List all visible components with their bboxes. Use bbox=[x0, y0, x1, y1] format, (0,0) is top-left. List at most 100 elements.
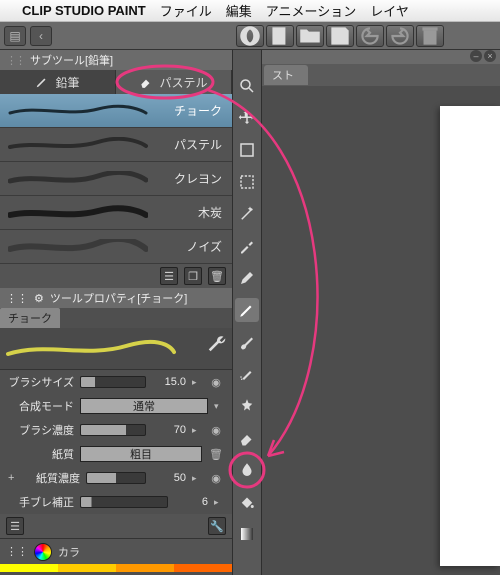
window-controls: – × bbox=[262, 50, 500, 64]
texture-select[interactable]: 粗目 bbox=[80, 446, 202, 462]
open-icon[interactable] bbox=[296, 25, 324, 47]
property-icon[interactable]: ☰ bbox=[160, 267, 178, 285]
canvas[interactable] bbox=[440, 106, 500, 566]
chevron-icon[interactable]: ▸ bbox=[192, 425, 202, 436]
panel-toggle-icon[interactable]: ▤ bbox=[4, 26, 26, 46]
prop-value[interactable]: 6 bbox=[174, 496, 208, 508]
blend-mode-select[interactable]: 通常 bbox=[80, 398, 208, 414]
grip-icon: ⋮⋮ bbox=[6, 54, 24, 67]
subtool-tabs: 鉛筆 パステル bbox=[0, 70, 232, 94]
document-area: – × イラスト スト bbox=[262, 50, 500, 575]
prop-slider[interactable] bbox=[80, 496, 168, 508]
macos-menubar: CLIP STUDIO PAINT ファイル 編集 アニメーション レイヤ bbox=[0, 0, 500, 22]
prop-value[interactable]: 15.0 bbox=[152, 376, 186, 388]
toolprop-tab[interactable]: チョーク bbox=[0, 308, 232, 328]
toolprop-tab-label: チョーク bbox=[0, 308, 60, 328]
color-swatches[interactable] bbox=[0, 564, 232, 572]
subtab-label-pencil: 鉛筆 bbox=[55, 74, 79, 91]
brush-item-chalk[interactable]: チョーク bbox=[0, 94, 232, 128]
wand-tool-icon[interactable] bbox=[235, 202, 259, 226]
grip-icon: ⋮⋮ bbox=[6, 545, 28, 558]
eraser-tip-icon bbox=[139, 75, 153, 89]
chevron-icon[interactable]: ▸ bbox=[214, 497, 224, 508]
brush-item-crayon[interactable]: クレヨン bbox=[0, 162, 232, 196]
minimize-icon[interactable]: – bbox=[470, 50, 482, 62]
airbrush-tool-icon[interactable] bbox=[235, 362, 259, 386]
decoration-tool-icon[interactable] bbox=[235, 394, 259, 418]
brush-tool-icon[interactable] bbox=[235, 330, 259, 354]
chevron-icon[interactable]: ▸ bbox=[192, 377, 202, 388]
left-panels: ⋮⋮ サブツール[鉛筆] 鉛筆 パステル チョーク パステル クレヨン 木炭 ノ… bbox=[0, 50, 232, 575]
close-icon[interactable]: × bbox=[484, 50, 496, 62]
eraser-tool-icon[interactable] bbox=[235, 426, 259, 450]
prop-label: 手ブレ補正 bbox=[8, 494, 74, 510]
brush-item-charcoal[interactable]: 木炭 bbox=[0, 196, 232, 230]
menu-icon[interactable]: ☰ bbox=[6, 517, 24, 535]
blend-tool-icon[interactable] bbox=[235, 458, 259, 482]
toolprop-titlebar[interactable]: ⋮⋮ ⚙ ツールプロパティ[チョーク] bbox=[0, 288, 232, 308]
new-doc-icon[interactable] bbox=[266, 25, 294, 47]
color-panel-header[interactable]: ⋮⋮ カラ bbox=[0, 538, 232, 564]
gear-icon: ⚙ bbox=[34, 292, 44, 305]
subtool-titlebar[interactable]: ⋮⋮ サブツール[鉛筆] bbox=[0, 50, 232, 70]
pen-tool-icon[interactable] bbox=[235, 266, 259, 290]
save-icon[interactable] bbox=[326, 25, 354, 47]
menu-layer[interactable]: レイヤ bbox=[370, 1, 409, 20]
trash-icon[interactable]: 🗑 bbox=[208, 267, 226, 285]
redo-icon[interactable] bbox=[386, 25, 414, 47]
delete-icon[interactable] bbox=[416, 25, 444, 47]
expand-icon[interactable]: + bbox=[8, 472, 16, 484]
subtab-label-pastel: パステル bbox=[159, 74, 207, 91]
menu-animation[interactable]: アニメーション bbox=[266, 1, 356, 20]
preview-stroke-icon bbox=[6, 338, 176, 360]
clip-studio-icon[interactable] bbox=[236, 25, 264, 47]
prop-label: ブラシ濃度 bbox=[8, 422, 74, 438]
move-tool-icon[interactable] bbox=[235, 106, 259, 130]
prop-brush-density: ブラシ濃度 70 ▸ ◉ bbox=[0, 418, 232, 442]
prop-slider[interactable] bbox=[80, 376, 146, 388]
prop-slider[interactable] bbox=[86, 472, 146, 484]
prop-value[interactable]: 50 bbox=[152, 472, 186, 484]
brush-name: ノイズ bbox=[186, 238, 222, 255]
prop-slider[interactable] bbox=[80, 424, 146, 436]
trash-icon[interactable]: 🗑 bbox=[208, 446, 224, 462]
pencil-tool-icon[interactable] bbox=[235, 298, 259, 322]
link-icon[interactable]: ◉ bbox=[208, 422, 224, 438]
tool-strip bbox=[232, 50, 262, 575]
prop-texture-density: + 紙質濃度 50 ▸ ◉ bbox=[0, 466, 232, 490]
subtab-pastel[interactable]: パステル bbox=[116, 70, 232, 94]
operation-tool-icon[interactable] bbox=[235, 138, 259, 162]
prop-value[interactable]: 70 bbox=[152, 424, 186, 436]
select-tool-icon[interactable] bbox=[235, 170, 259, 194]
brush-actions: ☰ ❐ 🗑 bbox=[0, 264, 232, 288]
brush-stroke-icon bbox=[8, 239, 148, 255]
chevron-icon[interactable]: ▸ bbox=[192, 473, 202, 484]
wrench-icon[interactable] bbox=[206, 332, 228, 354]
document-tab[interactable]: スト bbox=[264, 65, 308, 85]
app-title[interactable]: CLIP STUDIO PAINT bbox=[22, 3, 146, 18]
subtool-title: サブツール[鉛筆] bbox=[30, 52, 113, 68]
color-wheel-icon[interactable] bbox=[34, 543, 52, 561]
eyedropper-tool-icon[interactable] bbox=[235, 234, 259, 258]
brush-name: クレヨン bbox=[174, 170, 222, 187]
chevron-left-icon[interactable]: ‹ bbox=[30, 26, 52, 46]
menu-edit[interactable]: 編集 bbox=[226, 1, 252, 20]
duplicate-icon[interactable]: ❐ bbox=[184, 267, 202, 285]
brush-stroke-icon bbox=[8, 205, 148, 221]
gradient-tool-icon[interactable] bbox=[235, 522, 259, 546]
brush-name: チョーク bbox=[174, 102, 222, 119]
link-icon[interactable]: ◉ bbox=[208, 470, 224, 486]
chevron-icon[interactable]: ▾ bbox=[214, 401, 224, 412]
fill-tool-icon[interactable] bbox=[235, 490, 259, 514]
undo-icon[interactable] bbox=[356, 25, 384, 47]
prop-brush-size: ブラシサイズ 15.0 ▸ ◉ bbox=[0, 370, 232, 394]
magnify-tool-icon[interactable] bbox=[235, 74, 259, 98]
subtab-pencil[interactable]: 鉛筆 bbox=[0, 70, 116, 94]
link-icon[interactable]: ◉ bbox=[208, 374, 224, 390]
wrench-icon[interactable]: 🔧 bbox=[208, 517, 226, 535]
menu-file[interactable]: ファイル bbox=[160, 1, 212, 20]
brush-item-pastel[interactable]: パステル bbox=[0, 128, 232, 162]
brush-item-noise[interactable]: ノイズ bbox=[0, 230, 232, 264]
pencil-icon bbox=[35, 75, 49, 89]
grip-icon: ⋮⋮ bbox=[6, 292, 28, 305]
